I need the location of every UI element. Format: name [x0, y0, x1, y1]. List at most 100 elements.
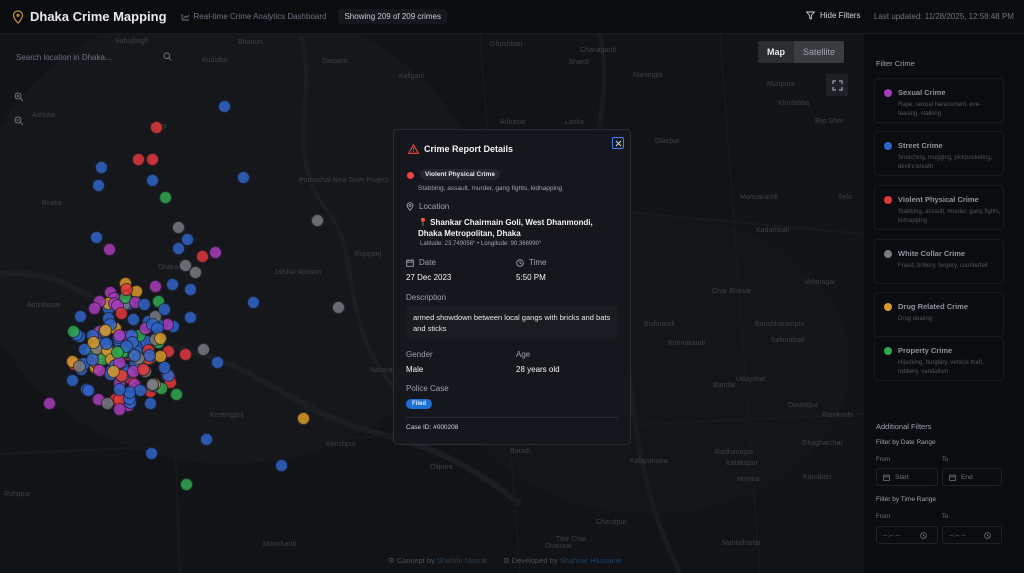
clock-icon: [920, 531, 927, 539]
crime-marker[interactable]: [131, 152, 145, 166]
crime-marker[interactable]: [67, 325, 81, 339]
crime-marker[interactable]: [183, 310, 197, 324]
place-label: Arihazar: [500, 119, 527, 126]
place-label: Dilarpur: [655, 138, 680, 145]
category-color-dot: [884, 250, 892, 258]
close-modal-button[interactable]: [612, 137, 624, 149]
start-time-input[interactable]: --:-- --: [876, 526, 938, 544]
modal-header: Crime Report Details: [408, 144, 513, 154]
crime-marker[interactable]: [195, 249, 209, 263]
crime-marker[interactable]: [331, 300, 345, 314]
crime-marker[interactable]: [42, 396, 56, 410]
crime-marker[interactable]: [86, 336, 100, 350]
crime-marker[interactable]: [119, 283, 133, 297]
end-date-input[interactable]: End: [942, 468, 1002, 486]
place-label: Char Bhasar: [712, 288, 752, 295]
crime-marker[interactable]: [146, 377, 160, 391]
end-date-placeholder: End: [961, 473, 973, 481]
satellite-view-button[interactable]: Satellite: [794, 41, 845, 63]
hide-filters-button[interactable]: Hide Filters: [806, 11, 860, 20]
crime-marker[interactable]: [217, 99, 231, 113]
place-label: Dhamrai: [545, 543, 572, 550]
crime-category-sexual-crime[interactable]: Sexual Crime Rape, sexual harassment, eve…: [874, 78, 1004, 123]
crime-marker[interactable]: [72, 359, 86, 373]
crime-marker[interactable]: [65, 373, 79, 387]
crime-marker[interactable]: [310, 213, 324, 227]
crime-marker[interactable]: [134, 383, 148, 397]
developer-name-link[interactable]: Shahriar Hasnaine: [560, 556, 622, 565]
category-description: Stabbing, assault, murder, gang fights, …: [898, 209, 1001, 224]
category-name: Street Crime: [898, 141, 943, 150]
hide-filters-label: Hide Filters: [820, 11, 861, 20]
place-label: Tilor Char: [556, 536, 587, 543]
crime-marker[interactable]: [94, 160, 108, 174]
crime-marker[interactable]: [136, 363, 150, 377]
crime-marker[interactable]: [89, 230, 103, 244]
crime-marker[interactable]: [169, 387, 183, 401]
place-label: Aminbazar: [27, 302, 61, 309]
crime-marker[interactable]: [158, 190, 172, 204]
place-label: Homna: [737, 476, 760, 483]
location-label: Location: [406, 202, 449, 211]
date-value: 27 Dec 2023: [406, 273, 452, 282]
zoom-in-icon[interactable]: [14, 92, 24, 102]
app-root: Dhaka Crime Mapping Real-time Crime Anal…: [0, 0, 1024, 573]
place-label: Bandar: [713, 382, 736, 389]
end-time-placeholder: --:-- --: [949, 531, 966, 539]
fullscreen-icon: [831, 79, 843, 91]
place-label: Baradi: [510, 448, 531, 455]
crime-marker[interactable]: [91, 178, 105, 192]
crime-marker[interactable]: [296, 411, 310, 425]
crime-marker[interactable]: [246, 295, 260, 309]
crime-marker[interactable]: [149, 120, 163, 134]
crime-marker[interactable]: [178, 347, 192, 361]
concept-name-link[interactable]: Shahrin Nasrat: [437, 556, 487, 565]
crime-category-property-crime[interactable]: Property Crime Hijacking, burglary, vehic…: [874, 336, 1004, 381]
crime-marker[interactable]: [144, 446, 158, 460]
crime-marker[interactable]: [179, 477, 193, 491]
place-label: Udaychar: [736, 376, 766, 383]
crime-marker[interactable]: [171, 241, 185, 255]
fullscreen-button[interactable]: [826, 74, 848, 96]
start-date-input[interactable]: Start: [876, 468, 938, 486]
crime-marker[interactable]: [102, 242, 116, 256]
crime-marker[interactable]: [92, 363, 106, 377]
crime-marker[interactable]: [199, 432, 213, 446]
crime-marker[interactable]: [145, 152, 159, 166]
crime-marker[interactable]: [82, 383, 96, 397]
place-label: Kaligani: [399, 73, 424, 80]
crime-marker[interactable]: [165, 277, 179, 291]
crime-marker[interactable]: [112, 382, 126, 396]
crime-marker[interactable]: [171, 220, 185, 234]
crime-marker[interactable]: [210, 355, 224, 369]
end-time-input[interactable]: --:-- --: [942, 526, 1002, 544]
crime-category-violent-physical-crime[interactable]: Violent Physical Crime Stabbing, assault,…: [874, 185, 1004, 230]
map-view-button[interactable]: Map: [758, 41, 794, 63]
crime-category-street-crime[interactable]: Street Crime Snatching, mugging, pickpock…: [874, 131, 1004, 176]
crime-marker[interactable]: [196, 342, 210, 356]
crime-marker[interactable]: [157, 303, 171, 317]
place-label: Doulatpur: [788, 402, 819, 409]
crime-marker[interactable]: [148, 279, 162, 293]
crime-marker[interactable]: [145, 173, 159, 187]
filter-icon: [806, 11, 815, 20]
place-label: Lanka: [565, 119, 585, 126]
crime-marker[interactable]: [99, 337, 113, 351]
crime-marker[interactable]: [208, 245, 222, 259]
crime-marker[interactable]: [87, 301, 101, 315]
crime-count-badge: Showing 209 of 209 crimes: [338, 9, 447, 24]
crime-marker[interactable]: [183, 282, 197, 296]
zoom-out-icon[interactable]: [14, 116, 24, 126]
crime-category-white-collar-crime[interactable]: White Collar Crime Fraud, bribery, forger…: [874, 239, 1004, 284]
crime-marker[interactable]: [157, 360, 171, 374]
crime-category-drug-related-crime[interactable]: Drug Related Crime Drug dealing: [874, 292, 1004, 337]
crime-marker[interactable]: [274, 458, 288, 472]
start-date-placeholder: Start: [895, 473, 909, 481]
crime-marker[interactable]: [99, 323, 113, 337]
crime-marker[interactable]: [236, 170, 250, 184]
place-label: Bhadun: [238, 39, 263, 46]
subtitle-text: Real-time Crime Analytics Dashboard: [193, 12, 327, 21]
place-label: Radhanagar: [715, 449, 754, 456]
location-search-input[interactable]: Search location in Dhaka...: [10, 48, 178, 66]
crime-marker[interactable]: [188, 265, 202, 279]
